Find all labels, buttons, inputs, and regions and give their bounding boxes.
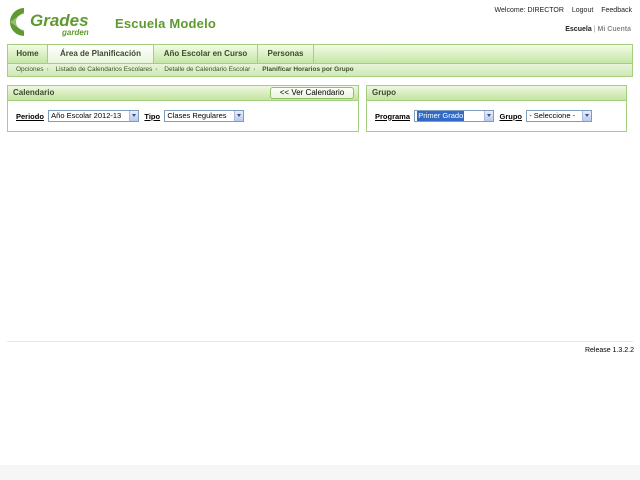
school-name: Escuela Modelo — [115, 16, 217, 31]
account-separator: | — [593, 26, 596, 33]
type-select-value: Clases Regulares — [167, 111, 227, 120]
group-select-value: - Seleccione - — [529, 111, 576, 120]
tab-ano-escolar-en-curso[interactable]: Año Escolar en Curso — [154, 45, 258, 63]
main-nav: Home Área de Planificación Año Escolar e… — [7, 44, 633, 64]
group-panel-header: Grupo — [367, 86, 626, 101]
breadcrumb-opciones[interactable]: Opciones — [16, 66, 43, 73]
group-select[interactable]: - Seleccione - — [526, 110, 593, 122]
tab-home[interactable]: Home — [8, 45, 48, 63]
type-label: Tipo — [144, 111, 161, 121]
my-account-link[interactable]: Mi Cuenta — [598, 26, 631, 33]
group-label: Grupo — [499, 111, 522, 121]
calendar-filters: Periodo Año Escolar 2012-13 Tipo Clases … — [16, 110, 247, 123]
program-select[interactable]: Primer Grado — [414, 110, 495, 122]
breadcrumb-detalle-calendario[interactable]: Detalle de Calendario Escolar — [164, 66, 250, 73]
calendar-panel: Calendario << Ver Calendario Periodo Año… — [7, 85, 359, 132]
program-select-value: Primer Grado — [417, 111, 465, 121]
breadcrumb-arrow-icon: › — [155, 66, 158, 73]
tab-personas[interactable]: Personas — [258, 45, 314, 63]
breadcrumb: Opciones › Listado de Calendarios Escolar… — [7, 63, 633, 77]
chevron-down-icon[interactable] — [484, 111, 494, 121]
chevron-down-icon[interactable] — [582, 111, 592, 121]
page: Grades garden Escuela Modelo Welcome: DI… — [0, 0, 640, 465]
period-select-value: Año Escolar 2012-13 — [51, 111, 122, 120]
calendar-panel-header: Calendario << Ver Calendario — [8, 86, 358, 101]
grades-garden-logo[interactable]: Grades garden — [8, 6, 104, 38]
period-select[interactable]: Año Escolar 2012-13 — [48, 110, 140, 122]
breadcrumb-planificar-horarios: Planificar Horarios por Grupo — [262, 66, 354, 73]
group-panel-title: Grupo — [372, 88, 396, 97]
welcome-text: Welcome: DIRECTOR — [494, 7, 564, 14]
view-calendar-button[interactable]: << Ver Calendario — [270, 87, 354, 99]
feedback-link[interactable]: Feedback — [601, 7, 632, 14]
logo-word-garden: garden — [61, 28, 89, 37]
footer-divider — [7, 341, 633, 342]
top-links: Welcome: DIRECTOR Logout Feedback — [495, 7, 632, 14]
group-panel: Grupo Programa Primer Grado Grupo - Sele… — [366, 85, 627, 132]
school-link[interactable]: Escuela — [565, 26, 591, 33]
breadcrumb-arrow-icon: › — [46, 66, 49, 73]
chevron-down-icon[interactable] — [129, 111, 139, 121]
account-links: Escuela | Mi Cuenta — [565, 26, 631, 33]
breadcrumb-arrow-icon: › — [253, 66, 256, 73]
period-label: Periodo — [16, 111, 44, 121]
breadcrumb-listado-calendarios[interactable]: Listado de Calendarios Escolares — [55, 66, 152, 73]
type-select[interactable]: Clases Regulares — [164, 110, 245, 122]
tab-area-planificacion[interactable]: Área de Planificación — [48, 45, 154, 64]
calendar-panel-title: Calendario — [13, 88, 55, 97]
program-label: Programa — [375, 111, 411, 121]
group-filters: Programa Primer Grado Grupo - Seleccione… — [375, 110, 595, 123]
chevron-down-icon[interactable] — [234, 111, 244, 121]
release-version: Release 1.3.2.2 — [584, 347, 634, 354]
logout-link[interactable]: Logout — [572, 7, 593, 14]
